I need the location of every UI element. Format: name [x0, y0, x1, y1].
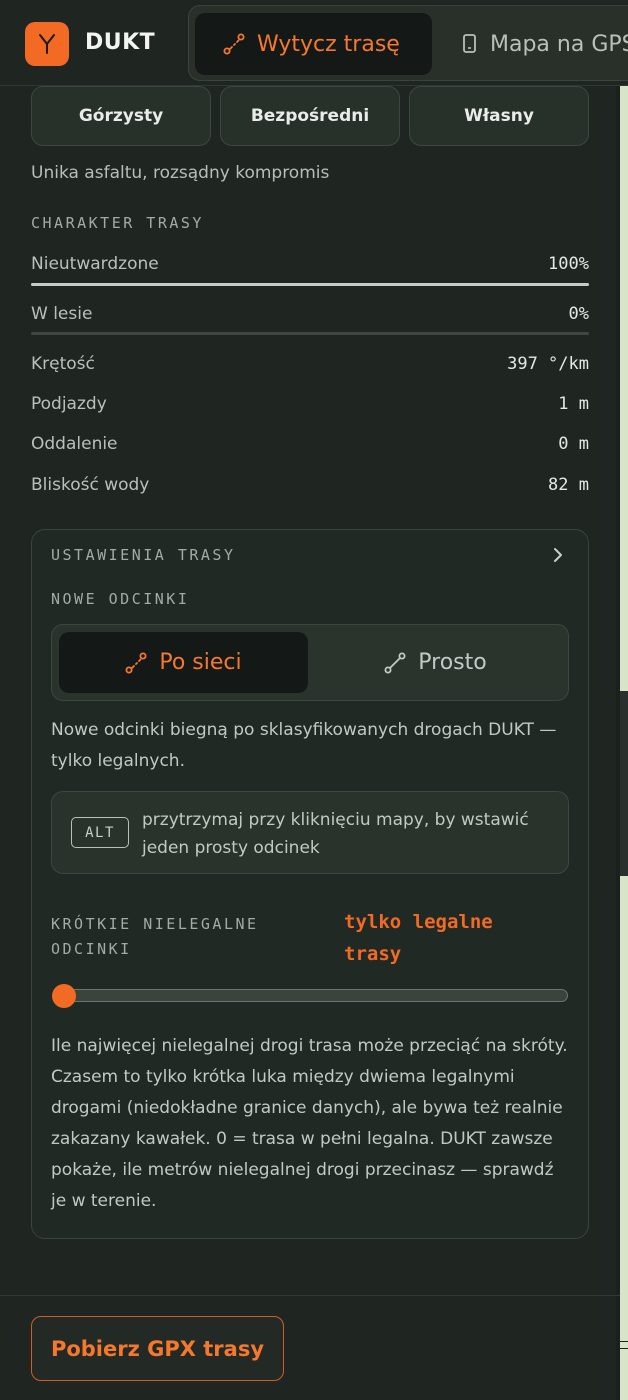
unpaved-bar-fill — [31, 283, 589, 286]
mode-custom-label: Własny — [464, 106, 534, 126]
network-description: Nowe odcinki biegną po sklasyfikowanych … — [51, 720, 557, 771]
app-name: DUKT — [85, 30, 156, 55]
illegal-segments-value: tylko legalne trasy — [344, 911, 493, 965]
tab-gps-map[interactable]: Mapa na GPS — [462, 13, 628, 75]
phone-icon — [463, 34, 476, 53]
chevron-right-icon[interactable] — [550, 545, 566, 569]
stat-label: Bliskość wody — [31, 475, 150, 495]
footer-divider — [0, 1295, 620, 1296]
route-icon — [125, 652, 147, 673]
slider-thumb[interactable] — [52, 984, 76, 1008]
mode-description: Unika asfaltu, rozsądny kompromis — [31, 163, 330, 183]
stat-label: Krętość — [31, 354, 95, 374]
download-gpx-button[interactable]: Pobierz GPX trasy — [31, 1316, 284, 1381]
straight-line-icon — [384, 652, 406, 673]
stat-unpaved: Nieutwardzone 100% — [31, 252, 589, 276]
new-segments-title: NOWE ODCINKI — [51, 590, 190, 608]
unpaved-bar — [31, 283, 589, 286]
map-line — [620, 1341, 628, 1342]
alt-key-badge: ALT — [71, 817, 129, 848]
download-gpx-label: Pobierz GPX trasy — [50, 1336, 265, 1361]
stat-unpaved-value: 100% — [548, 254, 589, 274]
settings-title[interactable]: USTAWIENIA TRASY — [51, 546, 236, 564]
stat-forest-label: W lesie — [31, 304, 93, 324]
stat-label: Oddalenie — [31, 434, 118, 454]
stat-value: 82 m — [548, 475, 589, 495]
stat-value: 397 °/km — [507, 354, 589, 374]
segment-straight-label: Prosto — [418, 650, 487, 675]
map-view[interactable] — [620, 86, 628, 1400]
mode-mountainous-label: Górzysty — [78, 106, 164, 126]
stat-forest: W lesie 0% — [31, 302, 589, 326]
stat-row: Bliskość wody 82 m — [31, 473, 589, 497]
tab-route-planner-label: Wytycz trasę — [257, 31, 400, 57]
stat-label: Podjazdy — [31, 394, 107, 414]
forest-bar — [31, 332, 589, 335]
map-overlay — [620, 691, 628, 876]
mode-direct-button[interactable]: Bezpośredni — [220, 86, 400, 146]
tab-route-planner[interactable]: Wytycz trasę — [195, 13, 432, 75]
stat-unpaved-label: Nieutwardzone — [31, 254, 159, 274]
illegal-segments-title: KRÓTKIE NIELEGALNE ODCINKI — [51, 915, 259, 958]
stat-value: 1 m — [558, 394, 589, 414]
route-icon — [223, 33, 245, 55]
mode-direct-label: Bezpośredni — [250, 106, 370, 126]
segment-network-label: Po sieci — [159, 650, 242, 675]
stat-row: Krętość 397 °/km — [31, 352, 589, 376]
logo — [25, 22, 69, 66]
stat-row: Oddalenie 0 m — [31, 432, 589, 456]
stat-forest-value: 0% — [568, 304, 589, 324]
stat-row: Podjazdy 1 m — [31, 392, 589, 416]
stat-value: 0 m — [558, 434, 589, 454]
segment-straight-button[interactable]: Prosto — [310, 632, 561, 693]
illegal-segments-slider[interactable] — [63, 989, 568, 1002]
logo-y-icon — [39, 34, 55, 54]
alt-tip-text: przytrzymaj przy kliknięciu mapy, by wst… — [142, 810, 529, 858]
mode-custom-button[interactable]: Własny — [409, 86, 589, 146]
tab-gps-map-label: Mapa na GPS — [490, 31, 628, 57]
mode-mountainous-button[interactable]: Górzysty — [31, 86, 211, 146]
segment-network-button[interactable]: Po sieci — [59, 632, 308, 693]
illegal-segments-description: Ile najwięcej nielegalnej drogi trasa mo… — [51, 1036, 568, 1211]
character-section-title: CHARAKTER TRASY — [31, 214, 204, 232]
map-line — [620, 1348, 628, 1349]
